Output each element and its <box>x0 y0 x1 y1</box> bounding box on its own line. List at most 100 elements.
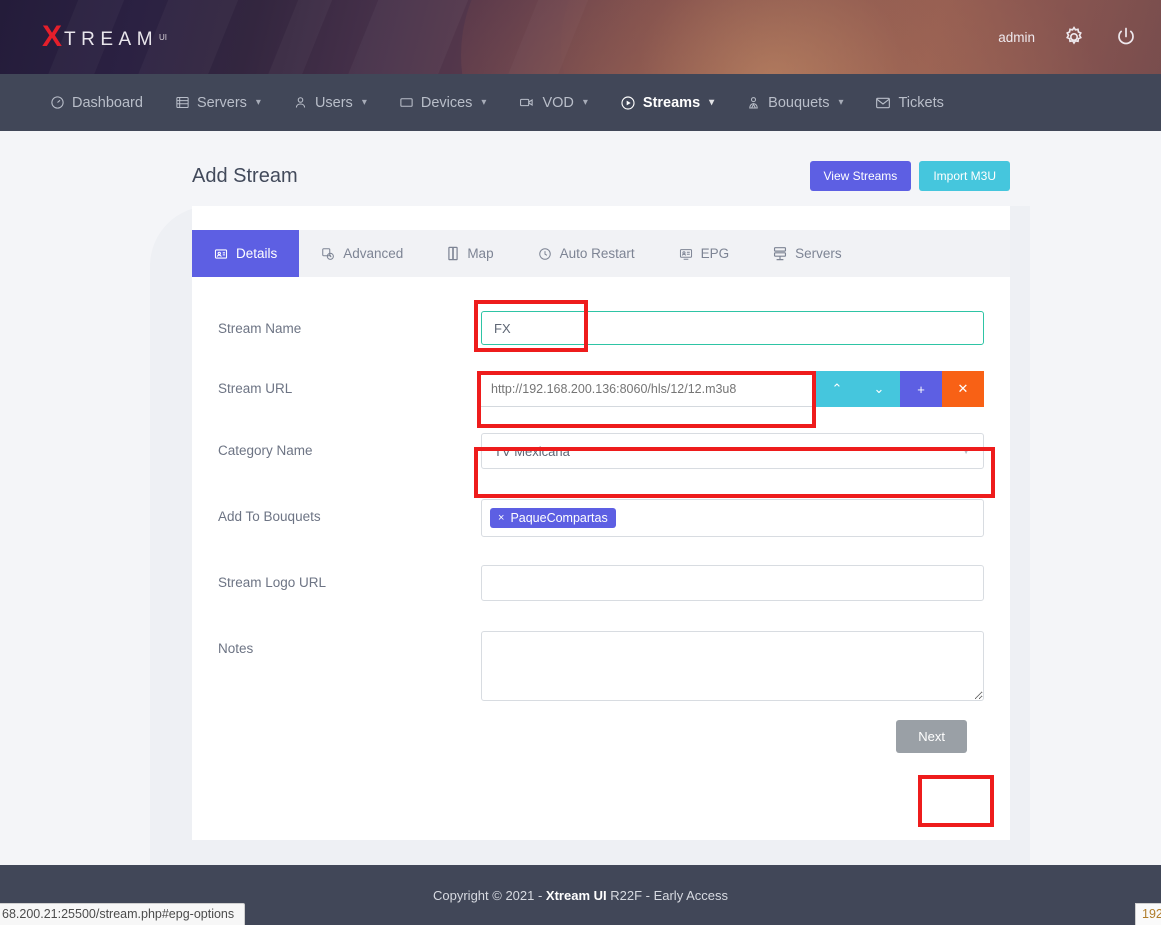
chevron-down-icon: ▾ <box>709 97 714 108</box>
remove-url-button[interactable]: ✕ <box>942 371 984 407</box>
stream-logo-url-field-wrap <box>481 565 984 601</box>
bouquets-field-wrap: × PaqueCompartas <box>481 499 984 537</box>
nav-label: Servers <box>197 95 247 111</box>
bouquet-tag-label: PaqueCompartas <box>510 511 607 525</box>
category-name-select[interactable]: TV Mexicana ▼ <box>481 433 984 469</box>
brand-logo-x: X <box>42 22 62 52</box>
view-streams-button[interactable]: View Streams <box>810 161 912 191</box>
stream-url-field-wrap: ⌃ ⌄ + ✕ <box>478 371 984 407</box>
nav-label: Dashboard <box>72 95 143 111</box>
next-button[interactable]: Next <box>896 720 967 753</box>
server-stack-icon <box>773 246 787 261</box>
nav-item-tickets[interactable]: Tickets <box>859 74 959 131</box>
stream-logo-url-input[interactable] <box>481 565 984 601</box>
book-open-icon <box>447 246 459 261</box>
page-header: Add Stream View Streams Import M3U <box>192 150 1010 202</box>
nav-item-dashboard[interactable]: Dashboard <box>34 74 159 131</box>
clock-icon <box>538 247 552 261</box>
user-icon <box>293 95 308 110</box>
app-root: X TREAM UI admin <box>0 0 1161 925</box>
tab-advanced[interactable]: Advanced <box>299 230 425 277</box>
nav-item-streams[interactable]: Streams ▾ <box>604 74 730 131</box>
play-circle-icon <box>620 95 636 111</box>
stream-url-input[interactable] <box>478 371 816 407</box>
chevron-down-icon: ▾ <box>256 97 261 108</box>
nav-item-servers[interactable]: Servers ▾ <box>159 74 277 131</box>
dashboard-icon <box>50 95 65 110</box>
bouquets-tag-input[interactable]: × PaqueCompartas <box>481 499 984 537</box>
envelope-icon <box>875 96 891 110</box>
field-row-stream-logo-url: Stream Logo URL <box>218 565 984 601</box>
add-url-button[interactable]: + <box>900 371 942 407</box>
page-title: Add Stream <box>192 165 298 188</box>
stream-name-field-wrap <box>481 311 984 345</box>
notes-textarea[interactable] <box>481 631 984 701</box>
move-url-up-button[interactable]: ⌃ <box>816 371 858 407</box>
bouquet-tag[interactable]: × PaqueCompartas <box>490 508 616 528</box>
nav-item-vod[interactable]: VOD ▾ <box>502 74 603 131</box>
tab-strip: Details Advanced Map <box>192 230 1010 277</box>
chevron-down-icon: ▾ <box>838 97 843 108</box>
tab-epg[interactable]: EPG <box>657 230 752 277</box>
stream-url-group: ⌃ ⌄ + ✕ <box>478 371 984 407</box>
current-user-label: admin <box>998 30 1035 45</box>
nav-label: Bouquets <box>768 95 829 111</box>
corner-clipped-chip: 192 <box>1135 903 1161 925</box>
footer-brand: Xtream UI <box>546 888 607 903</box>
import-m3u-button[interactable]: Import M3U <box>919 161 1010 191</box>
stream-url-label: Stream URL <box>218 371 478 396</box>
server-icon <box>175 95 190 110</box>
tab-servers[interactable]: Servers <box>751 230 864 277</box>
tab-map[interactable]: Map <box>425 230 515 277</box>
tab-label: Servers <box>795 246 842 261</box>
stream-name-input[interactable] <box>481 311 984 345</box>
header-right-controls: admin <box>998 0 1139 74</box>
form-actions: Next <box>218 720 984 753</box>
field-row-bouquets: Add To Bouquets × PaqueCompartas <box>218 499 984 537</box>
move-url-down-button[interactable]: ⌄ <box>858 371 900 407</box>
field-row-category-name: Category Name TV Mexicana ▼ <box>218 433 984 469</box>
chevron-down-icon: ▾ <box>481 97 486 108</box>
bouquets-label: Add To Bouquets <box>218 499 481 524</box>
video-icon <box>518 95 535 110</box>
sliders-icon <box>321 247 335 261</box>
page-header-actions: View Streams Import M3U <box>810 161 1011 191</box>
nav-item-users[interactable]: Users ▾ <box>277 74 383 131</box>
tab-details[interactable]: Details <box>192 230 299 277</box>
top-header: X TREAM UI admin <box>0 0 1161 74</box>
brand-logo[interactable]: X TREAM UI <box>42 22 167 52</box>
chevron-down-icon: ▾ <box>362 97 367 108</box>
main-navigation: Dashboard Servers ▾ Users ▾ <box>0 74 1161 131</box>
add-stream-form: Stream Name Stream URL ⌃ ⌄ + ✕ <box>192 277 1010 753</box>
tab-label: Auto Restart <box>560 246 635 261</box>
power-icon[interactable] <box>1113 24 1139 50</box>
tab-label: EPG <box>701 246 730 261</box>
category-name-field-wrap: TV Mexicana ▼ <box>481 433 984 469</box>
brand-logo-tm: UI <box>159 33 167 42</box>
notes-label: Notes <box>218 631 481 656</box>
nav-label: Tickets <box>898 95 943 111</box>
nav-item-bouquets[interactable]: Bouquets ▾ <box>730 74 859 131</box>
id-card-icon <box>214 247 228 261</box>
gear-icon[interactable] <box>1061 24 1087 50</box>
copyright-text: Copyright © 2021 - Xtream UI R22F - Earl… <box>433 888 728 903</box>
tab-auto-restart[interactable]: Auto Restart <box>516 230 657 277</box>
category-name-value: TV Mexicana <box>494 444 570 459</box>
nav-item-devices[interactable]: Devices ▾ <box>383 74 503 131</box>
header-decoration-stripe <box>250 0 345 74</box>
copyright-suffix: R22F - Early Access <box>607 888 728 903</box>
field-row-stream-name: Stream Name <box>218 311 984 345</box>
device-icon <box>399 95 414 110</box>
bouquet-icon <box>746 95 761 111</box>
remove-tag-icon[interactable]: × <box>498 512 504 524</box>
category-name-label: Category Name <box>218 433 481 458</box>
browser-status-bar: 68.200.21:25500/stream.php#epg-options <box>0 903 245 925</box>
tab-label: Details <box>236 246 277 261</box>
tv-guide-icon <box>679 247 693 261</box>
chevron-down-icon: ▾ <box>583 97 588 108</box>
add-stream-panel: Details Advanced Map <box>192 206 1010 840</box>
header-decoration-glow <box>561 0 981 74</box>
tab-label: Advanced <box>343 246 403 261</box>
brand-logo-text: TREAM <box>64 25 158 49</box>
tab-label: Map <box>467 246 493 261</box>
